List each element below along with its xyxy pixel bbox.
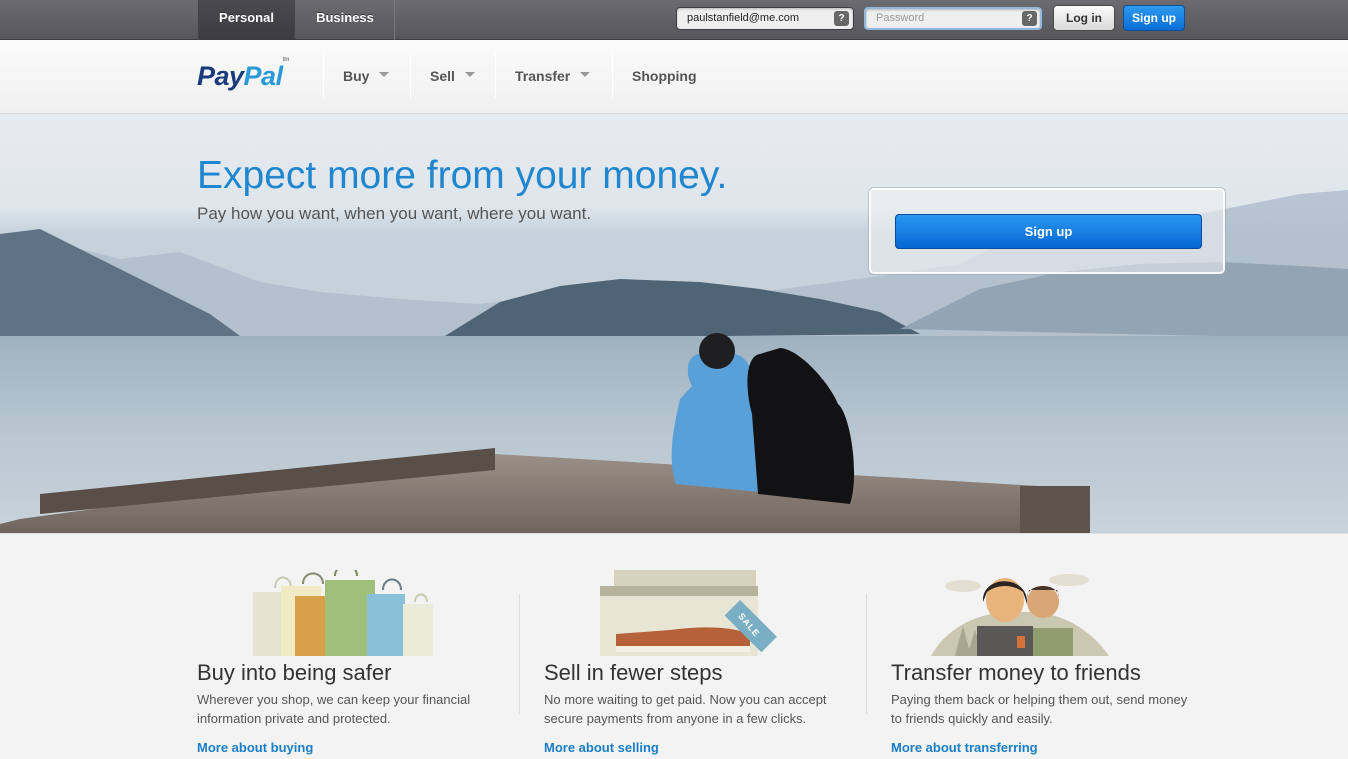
more-about-selling-link[interactable]: More about selling — [544, 740, 659, 755]
nav-item-label: Transfer — [515, 68, 571, 84]
feature-description: No more waiting to get paid. Now you can… — [544, 692, 827, 726]
password-placeholder: Password — [876, 12, 925, 24]
nav-item-label: Shopping — [632, 68, 697, 84]
feature-title: Transfer money to friends — [891, 660, 1141, 685]
more-about-transferring-link[interactable]: More about transferring — [891, 740, 1038, 755]
email-help-icon[interactable]: ? — [834, 11, 849, 26]
chevron-down-icon — [379, 71, 390, 77]
friends-icon — [931, 574, 1109, 656]
nav-item-buy[interactable]: Buy — [343, 40, 390, 114]
nav-item-label: Buy — [343, 68, 370, 84]
nav-item-shopping[interactable]: Shopping — [632, 40, 697, 114]
top-bar: Personal Business paulstanfield@me.com ?… — [0, 0, 1348, 40]
shopping-bags-icon — [253, 570, 433, 656]
nav-divider — [495, 52, 496, 98]
shoe-sale-icon — [600, 570, 777, 656]
nav-divider — [612, 52, 613, 98]
password-field[interactable]: Password ? — [864, 7, 1042, 30]
tab-business[interactable]: Business — [296, 0, 395, 40]
feature-divider — [519, 594, 520, 714]
nav-item-sell[interactable]: Sell — [430, 40, 475, 114]
main-nav: PayPaltm Buy Sell Transfer Shopping — [0, 40, 1348, 114]
hero-title: Expect more from your money. — [197, 154, 728, 197]
nav-item-label: Sell — [430, 68, 455, 84]
tab-personal[interactable]: Personal — [198, 0, 295, 40]
chevron-down-icon — [464, 71, 475, 77]
login-button[interactable]: Log in — [1053, 5, 1115, 31]
nav-divider — [410, 52, 411, 98]
signup-button-hero[interactable]: Sign up — [895, 214, 1202, 249]
logo-pay: Pay — [197, 61, 244, 91]
feature-title: Sell in fewer steps — [544, 660, 723, 685]
feature-divider — [866, 594, 867, 714]
nav-item-transfer[interactable]: Transfer — [515, 40, 591, 114]
password-help-icon[interactable]: ? — [1022, 11, 1037, 26]
logo-pal: Pal — [243, 61, 284, 91]
feature-description: Wherever you shop, we can keep your fina… — [197, 692, 471, 726]
nav-divider — [323, 52, 324, 98]
paypal-logo[interactable]: PayPaltm — [197, 57, 289, 92]
features-section: Buy into being safer Wherever you shop, … — [0, 533, 1348, 759]
chevron-down-icon — [580, 71, 591, 77]
feature-description: Paying them back or helping them out, se… — [891, 692, 1188, 726]
feature-title: Buy into being safer — [197, 660, 392, 685]
signup-button-top[interactable]: Sign up — [1123, 5, 1185, 31]
email-value: paulstanfield@me.com — [687, 12, 800, 24]
hero-banner: Expect more from your money. Pay how you… — [0, 114, 1348, 533]
hero-subtitle: Pay how you want, when you want, where y… — [197, 204, 592, 223]
email-field[interactable]: paulstanfield@me.com ? — [676, 7, 854, 30]
more-about-buying-link[interactable]: More about buying — [197, 740, 313, 755]
signup-panel: Sign up — [869, 188, 1225, 274]
logo-tm: tm — [282, 57, 290, 63]
